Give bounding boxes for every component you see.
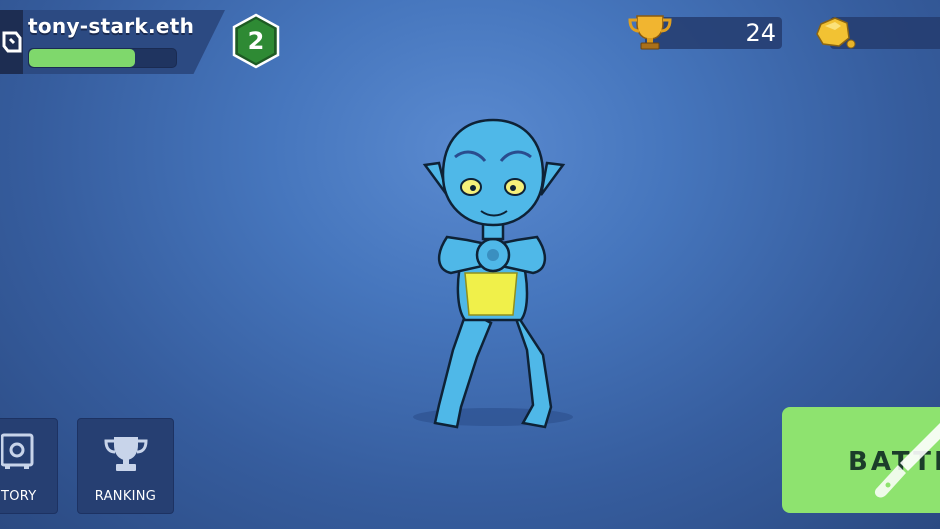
inventory-button[interactable]: NTORY <box>0 418 58 514</box>
knife-icon <box>874 423 940 498</box>
ranking-label: RANKING <box>94 489 157 504</box>
xp-progress-bar <box>28 48 177 68</box>
player-level: 2 <box>247 27 265 55</box>
avatar[interactable] <box>0 10 23 74</box>
trophy-icon <box>628 15 672 50</box>
xp-progress-fill <box>29 49 135 67</box>
trophy-count: 24 <box>745 19 776 47</box>
ranking-button[interactable]: RANKING <box>77 418 174 514</box>
gold-nugget-icon <box>816 17 856 49</box>
character-model <box>413 118 573 429</box>
safe-icon <box>1 433 34 469</box>
battle-button[interactable]: BATTL <box>782 407 940 513</box>
trophy-outline-icon <box>104 437 148 471</box>
brand-logo-icon <box>1 31 21 53</box>
player-username: tony-stark.eth <box>28 14 195 38</box>
inventory-label: NTORY <box>0 489 37 504</box>
